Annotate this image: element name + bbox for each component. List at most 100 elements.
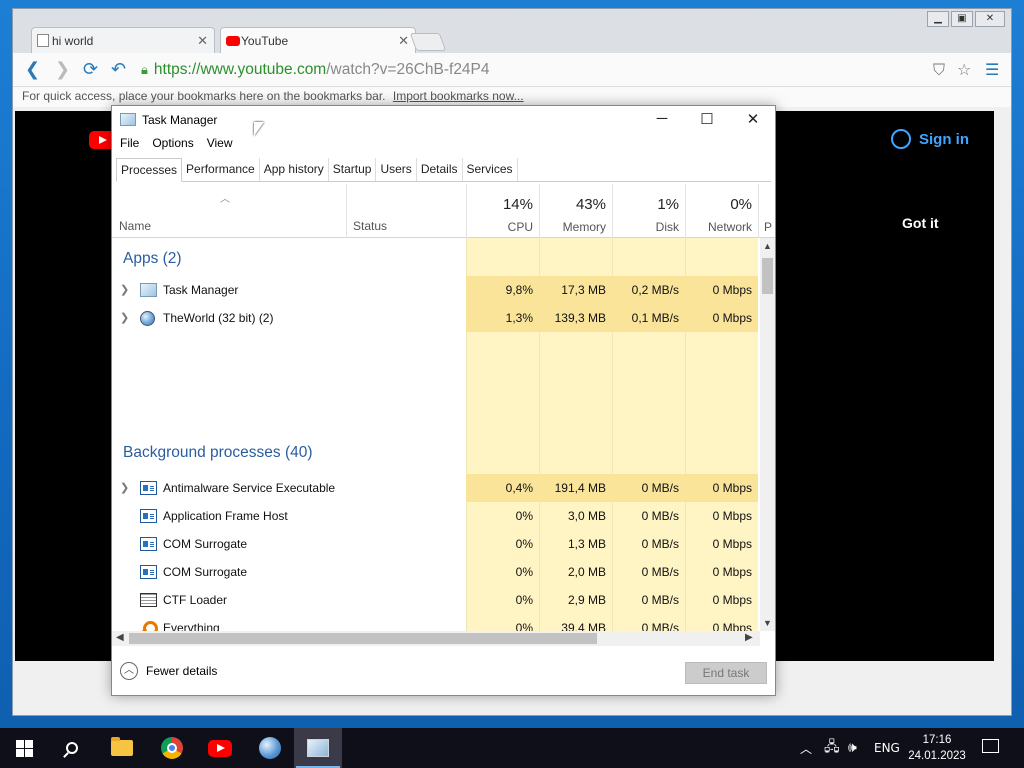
title-bar: Task Manager ─ ☐ ✕ <box>112 106 775 134</box>
undo-icon[interactable]: ↶ <box>111 60 126 80</box>
close-button[interactable]: ✕ <box>743 110 763 128</box>
column-cpu[interactable]: 14% CPU <box>466 184 539 238</box>
back-icon[interactable]: ❮ <box>25 60 40 80</box>
close-button[interactable]: ✕ <box>975 11 1005 27</box>
scroll-right-icon[interactable]: ▶ <box>745 632 753 643</box>
process-memory: 191,4 MB <box>539 474 612 502</box>
reload-icon[interactable]: ⟳ <box>83 60 98 80</box>
process-row[interactable]: CTF Loader 0% 2,9 MB 0 MB/s 0 Mbps <box>112 586 760 614</box>
group-background[interactable]: Background processes (40) <box>123 444 313 462</box>
chevron-up-icon: ︿ <box>120 662 138 680</box>
network-icon[interactable]: 🖧︎ <box>824 728 840 768</box>
process-memory: 39,4 MB <box>561 621 606 631</box>
menu-options[interactable]: Options <box>152 136 193 154</box>
tab-app-history[interactable]: App history <box>260 158 329 181</box>
close-tab-icon[interactable]: ✕ <box>197 33 208 49</box>
column-header: ︿ Name Status 14% CPU 43% Memory 1% Disk… <box>112 184 775 238</box>
fewer-details-label: Fewer details <box>146 664 218 678</box>
column-disk[interactable]: 1% Disk <box>612 184 685 238</box>
vertical-scrollbar[interactable]: ▲ ▼ <box>760 238 775 631</box>
process-row[interactable]: ❯ Antimalware Service Executable 0,4% 191,4… <box>112 474 760 502</box>
taskbar-theworld[interactable] <box>246 728 294 768</box>
taskbar-file-explorer[interactable] <box>98 728 146 768</box>
process-row[interactable]: COM Surrogate 0% 1,3 MB 0 MB/s 0 Mbps <box>112 530 760 558</box>
process-disk: 0 MB/s <box>641 593 679 607</box>
network-total: 0% <box>730 196 752 213</box>
forward-icon[interactable]: ❯ <box>55 60 70 80</box>
show-hidden-icons[interactable]: ︿ <box>800 728 812 768</box>
menu-file[interactable]: File <box>120 136 139 154</box>
group-apps[interactable]: Apps (2) <box>123 250 182 268</box>
new-tab-button[interactable] <box>409 33 447 51</box>
scroll-down-icon[interactable]: ▼ <box>763 618 772 628</box>
menu-icon[interactable]: ☰ <box>985 60 999 79</box>
column-status[interactable]: Status <box>353 219 387 233</box>
maximize-button[interactable]: ▣ <box>951 11 973 27</box>
process-disk: 0 MB/s <box>641 537 679 551</box>
import-bookmarks-link[interactable]: Import bookmarks now... <box>393 89 524 103</box>
taskbar-chrome[interactable] <box>148 728 196 768</box>
tab-users[interactable]: Users <box>376 158 417 181</box>
close-tab-icon[interactable]: ✕ <box>398 33 409 49</box>
tab-details[interactable]: Details <box>417 158 463 181</box>
volume-icon[interactable]: 🕪︎ <box>848 728 857 768</box>
search-button[interactable] <box>48 728 96 768</box>
menu-view[interactable]: View <box>207 136 233 154</box>
scroll-up-icon[interactable]: ▲ <box>763 241 772 251</box>
ctf-loader-icon <box>140 593 157 607</box>
horizontal-scrollbar[interactable]: ◀ ▶ <box>112 631 760 646</box>
process-cpu: 0% <box>515 593 533 607</box>
process-row[interactable]: Application Frame Host 0% 3,0 MB 0 MB/s 0 Mb… <box>112 502 760 530</box>
youtube-icon <box>226 36 240 46</box>
scroll-thumb[interactable] <box>129 633 597 644</box>
star-icon[interactable]: ☆ <box>957 60 971 79</box>
process-row[interactable]: COM Surrogate 0% 2,0 MB 0 MB/s 0 Mbps <box>112 558 760 586</box>
minimize-button[interactable]: ▁ <box>927 11 949 27</box>
window-title: Task Manager <box>142 113 218 127</box>
got-it-button[interactable]: Got it <box>902 215 939 231</box>
column-memory[interactable]: 43% Memory <box>539 184 612 238</box>
window-controls: ▁ ▣ ✕ <box>927 11 1005 27</box>
window-icon <box>140 481 157 495</box>
tab-performance[interactable]: Performance <box>182 158 260 181</box>
column-power[interactable]: P <box>758 184 778 238</box>
end-task-button[interactable]: End task <box>685 662 767 684</box>
power-label: P <box>764 220 773 234</box>
scroll-left-icon[interactable]: ◀ <box>116 632 124 643</box>
column-name[interactable]: Name <box>119 219 151 233</box>
process-row[interactable]: Everything 0% 39,4 MB 0 MB/s 0 Mbps <box>112 614 760 631</box>
expand-chevron-icon[interactable]: ❯ <box>120 283 129 296</box>
process-cpu: 0% <box>515 565 533 579</box>
tab-services[interactable]: Services <box>463 158 518 181</box>
expand-chevron-icon[interactable]: ❯ <box>120 481 129 494</box>
maximize-button[interactable]: ☐ <box>697 110 717 128</box>
tab-youtube[interactable]: YouTube ✕ <box>220 27 416 53</box>
tab-hi-world[interactable]: hi world ✕ <box>31 27 215 53</box>
taskbar-youtube[interactable] <box>196 728 244 768</box>
fewer-details-button[interactable]: ︿ Fewer details <box>120 662 217 680</box>
process-row[interactable]: ❯ Task Manager 9,8% 17,3 MB 0,2 MB/s 0 Mbps <box>112 276 760 304</box>
taskbar-task-manager[interactable] <box>294 728 342 768</box>
process-cpu: 9,8% <box>466 276 539 304</box>
minimize-button[interactable]: ─ <box>652 110 672 127</box>
process-network: 0 Mbps <box>712 537 752 551</box>
address-bar[interactable]: 🔒︎ https://www.youtube.com/watch?v=26ChB… <box>141 58 971 82</box>
expand-chevron-icon[interactable]: ❯ <box>120 311 129 324</box>
start-button[interactable] <box>0 728 48 768</box>
clock[interactable]: 17:16 24.01.2023 <box>905 732 969 764</box>
process-network: 0 Mbps <box>712 509 752 523</box>
tab-processes[interactable]: Processes <box>116 158 183 182</box>
tab-bar: Processes Performance App history Startu… <box>116 158 771 182</box>
column-network[interactable]: 0% Network <box>685 184 758 238</box>
shield-icon[interactable]: ⛉ <box>933 60 945 80</box>
sign-in-button[interactable]: Sign in <box>891 129 969 149</box>
scroll-thumb[interactable] <box>762 258 773 294</box>
notifications-icon[interactable] <box>982 739 999 753</box>
process-row[interactable]: ❯ TheWorld (32 bit) (2) 1,3% 139,3 MB 0,1 MB… <box>112 304 760 332</box>
process-name: COM Surrogate <box>163 537 248 551</box>
chrome-icon <box>161 737 183 759</box>
task-manager-window: Task Manager ─ ☐ ✕ File Options View Pro… <box>111 105 776 696</box>
tab-startup[interactable]: Startup <box>329 158 377 181</box>
search-icon <box>66 742 78 754</box>
language-indicator[interactable]: ENG <box>874 728 900 768</box>
